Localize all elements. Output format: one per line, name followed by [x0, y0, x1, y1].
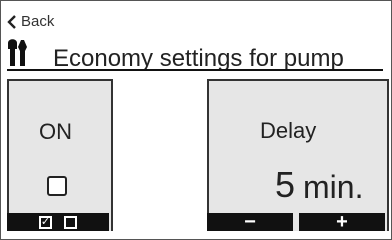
delay-unit: min. — [303, 169, 364, 205]
plus-icon: + — [336, 211, 348, 233]
toggle-softkey[interactable]: ✓ — [7, 213, 109, 231]
unchecked-box-icon — [64, 215, 77, 229]
back-button[interactable]: Back — [7, 13, 54, 30]
delay-panel[interactable] — [207, 79, 389, 231]
on-checkbox[interactable] — [47, 176, 67, 196]
on-panel[interactable] — [7, 79, 113, 231]
delay-value: 5 — [275, 164, 296, 205]
pump-settings-screen: Back Economy settings for pump ON Delay … — [0, 0, 392, 240]
on-label: ON — [39, 119, 72, 144]
minus-icon: − — [244, 211, 256, 233]
chevron-left-icon — [7, 14, 16, 29]
decrease-button[interactable]: − — [207, 211, 293, 233]
increase-button[interactable]: + — [299, 211, 385, 233]
softkey-bar: ✓ − + — [7, 211, 385, 233]
checked-box-icon: ✓ — [39, 215, 52, 229]
title-divider — [7, 69, 383, 71]
delay-label: Delay — [260, 118, 317, 143]
tools-icon — [8, 39, 27, 66]
back-label: Back — [21, 13, 55, 30]
